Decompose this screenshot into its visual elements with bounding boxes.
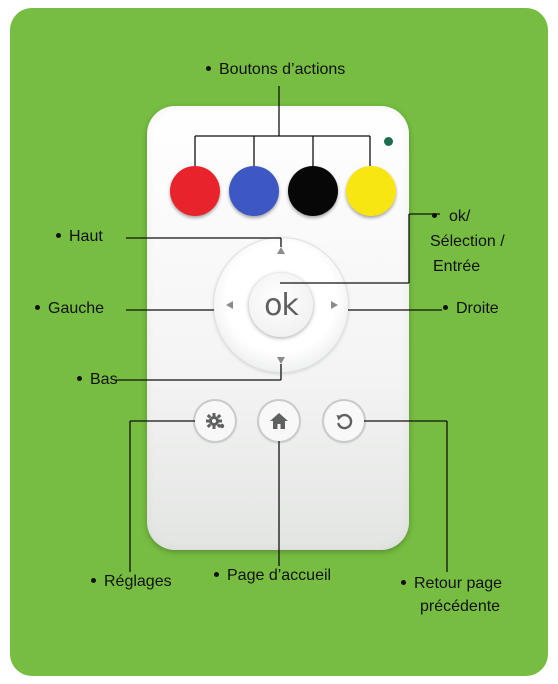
label-settings: Réglages xyxy=(91,572,172,592)
bullet-icon xyxy=(91,578,96,584)
bullet-icon xyxy=(77,376,82,382)
label-down: Bas xyxy=(77,370,118,390)
bullet-icon xyxy=(401,580,406,586)
bullet-icon xyxy=(443,305,448,311)
label-ok: ok/ Sélection / Entrée xyxy=(430,208,505,275)
label-action-buttons: Boutons d’actions xyxy=(206,60,345,80)
label-back: Retour page précédente xyxy=(401,572,502,618)
label-right: Droite xyxy=(443,299,499,319)
bullet-icon xyxy=(432,213,437,219)
bullet-icon xyxy=(56,233,61,239)
bullet-icon xyxy=(35,305,40,311)
bullet-icon xyxy=(214,572,219,578)
label-home: Page d’accueil xyxy=(214,566,331,586)
label-left: Gauche xyxy=(35,299,104,319)
label-up: Haut xyxy=(56,227,103,247)
bullet-icon xyxy=(206,66,211,72)
